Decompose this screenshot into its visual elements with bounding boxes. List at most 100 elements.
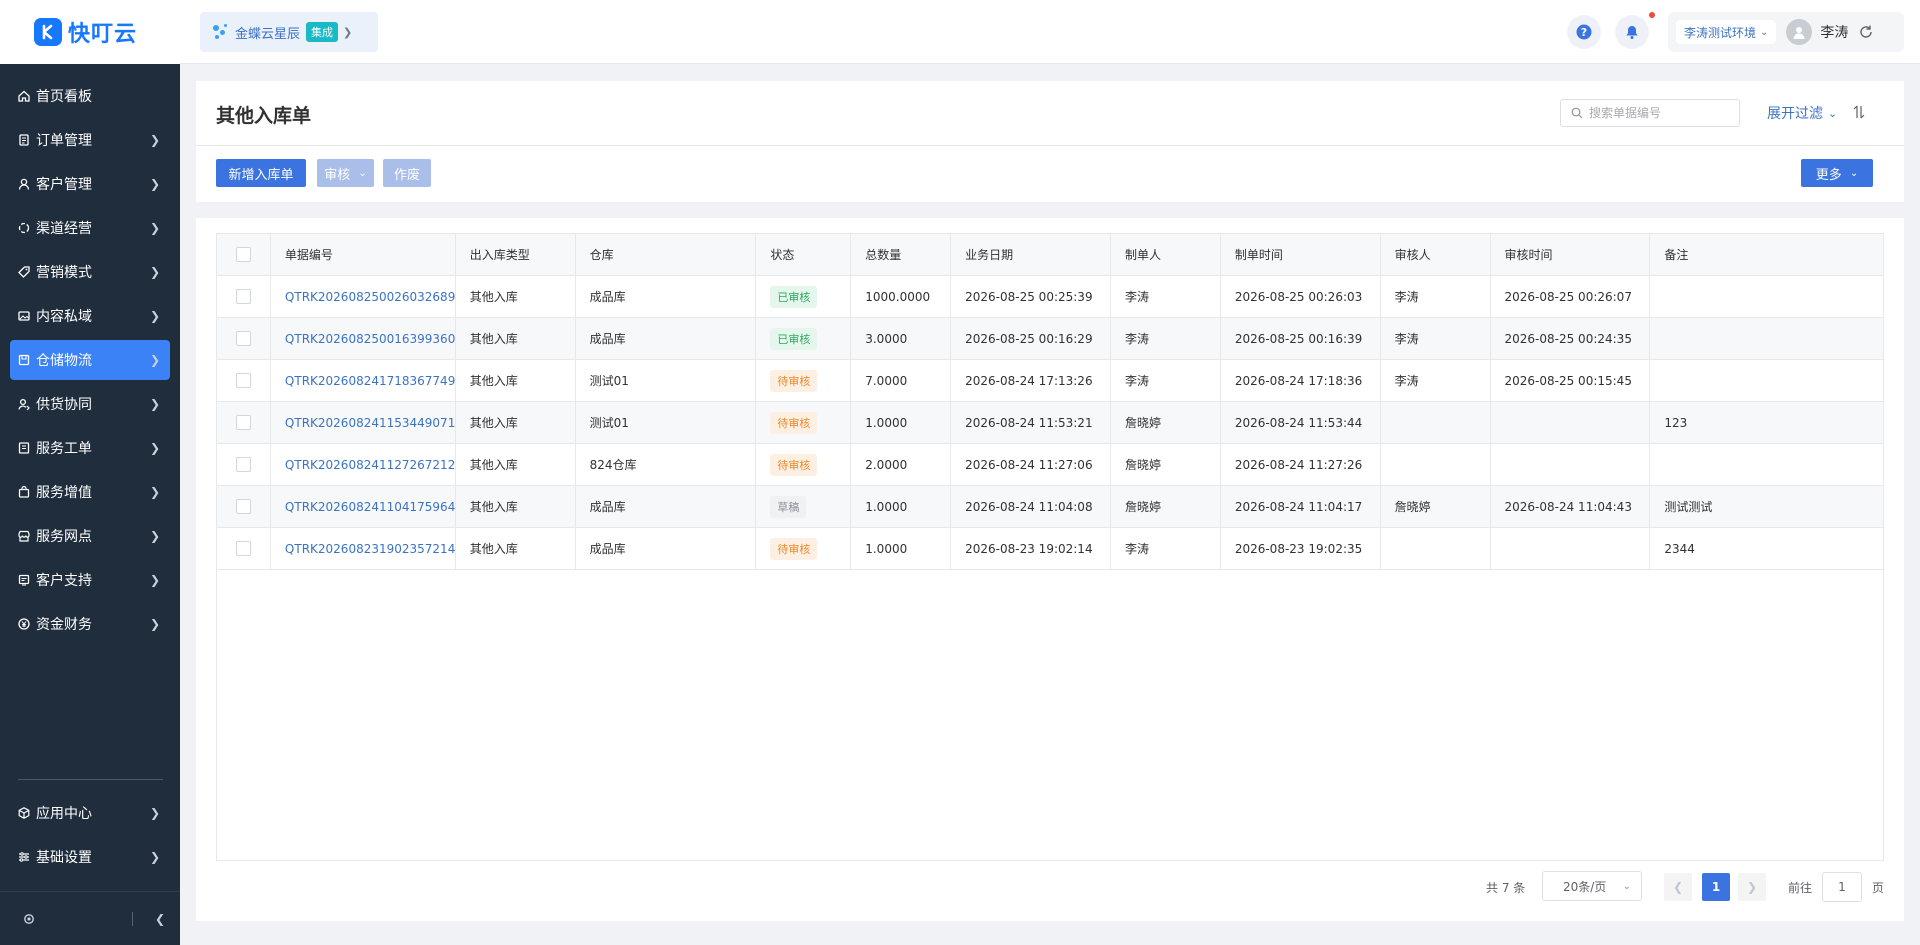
table-row[interactable]: QTRK202608241718367749 其他入库 测试01 待审核 7.0000 2… [217,360,1883,402]
more-label: 更多 [1815,167,1842,183]
page-number-current[interactable]: 1 [1702,873,1730,901]
sidebar-item-store[interactable]: 服务网点 ❯ [10,516,170,556]
sort-icon[interactable] [1852,104,1866,120]
workorder-icon [17,441,31,455]
cell-text: 2.0000 [865,457,908,472]
column-header-io-type[interactable]: 出入库类型 [456,234,576,275]
cell-text: 其他入库 [469,290,518,304]
search-input[interactable] [1589,106,1729,120]
sidebar-item-order[interactable]: 订单管理 ❯ [10,120,170,160]
user-name[interactable]: 李涛 [1820,22,1848,42]
cell-text: 成品库 [589,290,626,304]
row-checkbox[interactable] [235,289,251,304]
sidebar-item-warehouse[interactable]: 仓储物流 ❯ [10,340,170,380]
brand-name: 快叮云 [68,22,138,47]
doc-number-link[interactable]: QTRK202608241153449071 [285,416,455,430]
cell-created-at: 2026-08-25 00:26:03 [1221,276,1381,317]
select-all-checkbox[interactable] [235,247,251,262]
column-header-auditor[interactable]: 审核人 [1381,234,1491,275]
row-checkbox[interactable] [235,541,251,556]
status-badge: 待审核 [770,453,818,476]
brand[interactable]: 快叮云 [0,0,180,64]
doc-number-link[interactable]: QTRK202608250016399360 [285,332,455,346]
cell-status: 待审核 [756,360,852,401]
cell-text: 李涛 [1394,374,1419,388]
column-header-doc-no[interactable]: 单据编号 [271,234,456,275]
cell-text: 7.0000 [865,373,908,388]
row-checkbox[interactable] [235,457,251,472]
sidebar-item-image[interactable]: 内容私域 ❯ [10,296,170,336]
sidebar-item-support[interactable]: 客户支持 ❯ [10,560,170,600]
sidebar-item-supply[interactable]: 供货协同 ❯ [10,384,170,424]
row-checkbox[interactable] [235,499,251,514]
next-page-button[interactable]: ❯ [1738,873,1766,901]
column-header-total-qty[interactable]: 总数量 [851,234,952,275]
table-row[interactable]: QTRK202608231902357214 其他入库 成品库 待审核 1.0000 20… [217,528,1883,570]
table-row[interactable]: QTRK202608241127267212 其他入库 824仓库 待审核 2.0000… [217,444,1883,486]
page-toolbar-panel: 其他入库单 展开过滤 ⌄ 新增入库单 审核 ⌄ 作废 更多 ⌄ [196,81,1904,202]
cell-warehouse: 测试01 [576,402,757,443]
sidebar-item-bag[interactable]: 服务增值 ❯ [10,472,170,512]
cell-auditor: 李涛 [1381,276,1491,317]
refresh-icon[interactable] [1858,24,1874,40]
row-select-cell [217,528,271,569]
sidebar-item-workorder[interactable]: 服务工单 ❯ [10,428,170,468]
void-button[interactable]: 作废 [383,159,431,187]
doc-number-link[interactable]: QTRK202608241718367749 [285,374,455,388]
sidebar-item-tag[interactable]: 营销模式 ❯ [10,252,170,292]
gear-icon[interactable] [22,912,36,926]
cell-io-type: 其他入库 [456,360,576,401]
sidebar-item-user[interactable]: 客户管理 ❯ [10,164,170,204]
cell-doc-no: QTRK202608241127267212 [271,444,456,485]
cell-text: 李涛 [1124,290,1149,304]
audit-button[interactable]: 审核 ⌄ [317,159,374,187]
environment-select[interactable]: 李涛测试环境 ⌄ [1676,20,1777,44]
notification-button[interactable] [1615,15,1649,49]
cell-auditor [1381,402,1491,443]
table-row[interactable]: QTRK202608250026032689 其他入库 成品库 已审核 1000.000… [217,276,1883,318]
column-header-creator[interactable]: 制单人 [1111,234,1221,275]
cell-creator: 李涛 [1111,528,1221,569]
cell-text: 2026-08-25 00:26:07 [1504,289,1632,304]
page-size-select[interactable]: 20条/页 ⌄ [1542,871,1642,901]
sidebar-item-channel[interactable]: 渠道经营 ❯ [10,208,170,248]
column-header-warehouse[interactable]: 仓库 [576,234,757,275]
sidebar-item-cube[interactable]: 应用中心 ❯ [10,793,170,833]
column-header-audited-at[interactable]: 审核时间 [1491,234,1651,275]
table-row[interactable]: QTRK202608241104175964 其他入库 成品库 草稿 1.0000 202… [217,486,1883,528]
column-header-biz-date[interactable]: 业务日期 [951,234,1111,275]
expand-filter-button[interactable]: 展开过滤 ⌄ [1767,103,1837,123]
integration-chip[interactable]: 金蝶云星辰 集成 ❯ [200,12,378,52]
prev-page-button[interactable]: ❮ [1664,873,1692,901]
doc-number-link[interactable]: QTRK202608241127267212 [285,458,455,472]
sidebar-item-home[interactable]: 首页看板 [10,76,170,116]
sidebar-item-settings-sliders[interactable]: 基础设置 ❯ [10,837,170,877]
help-button[interactable]: ? [1567,15,1601,49]
cell-creator: 詹晓婷 [1111,486,1221,527]
table-row[interactable]: QTRK202608241153449071 其他入库 测试01 待审核 1.0000 2… [217,402,1883,444]
more-button[interactable]: 更多 ⌄ [1801,159,1873,187]
void-label: 作废 [393,167,420,183]
cell-io-type: 其他入库 [456,444,576,485]
avatar[interactable] [1786,19,1813,45]
row-checkbox[interactable] [235,373,251,388]
cell-text: 3.0000 [865,331,908,346]
column-header-status[interactable]: 状态 [756,234,852,275]
cell-text: 2026-08-23 19:02:35 [1234,541,1363,556]
goto-page-input[interactable] [1822,872,1862,902]
doc-number-link[interactable]: QTRK202608241104175964 [285,500,455,514]
column-header-remark[interactable]: 备注 [1650,234,1883,275]
doc-number-link[interactable]: QTRK202608250026032689 [285,290,455,304]
column-header-created-at[interactable]: 制单时间 [1221,234,1381,275]
add-inbound-button[interactable]: 新增入库单 [216,159,306,187]
table-row[interactable]: QTRK202608250016399360 其他入库 成品库 已审核 3.0000 20… [217,318,1883,360]
sidebar-item-yen[interactable]: 资金财务 ❯ [10,604,170,644]
row-checkbox[interactable] [235,415,251,430]
page-suffix: 页 [1872,881,1885,895]
collapse-sidebar-icon[interactable]: ❮ [155,912,165,926]
chevron-right-icon: ❯ [149,177,161,191]
sidebar-item-label: 客户管理 [36,177,92,193]
row-checkbox[interactable] [235,331,251,346]
cell-status: 已审核 [756,276,852,317]
doc-number-link[interactable]: QTRK202608231902357214 [285,542,455,556]
